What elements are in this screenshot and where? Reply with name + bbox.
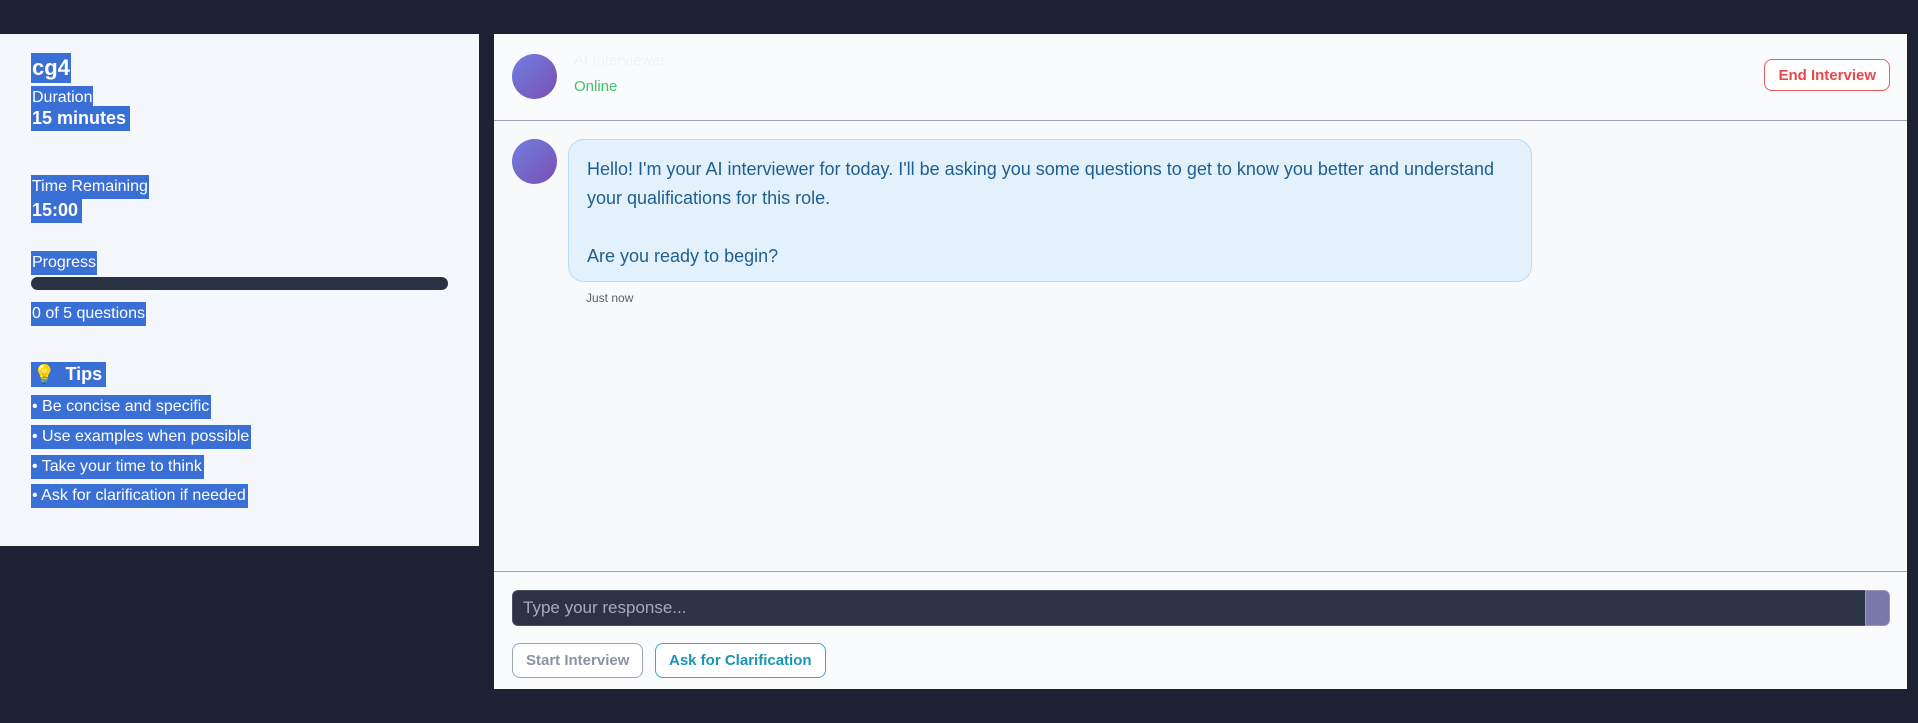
progress-bar <box>31 277 448 290</box>
tip-item: • Use examples when possible <box>31 425 252 449</box>
tips-heading: 💡 Tips <box>31 362 107 387</box>
interview-sidebar: cg4 Duration 15 minutes Time Remaining 1… <box>0 34 479 546</box>
end-interview-button[interactable]: End Interview <box>1764 59 1890 91</box>
ask-clarification-button[interactable]: Ask for Clarification <box>655 643 826 678</box>
tip-item: • Take your time to think <box>31 455 204 479</box>
message-avatar <box>512 139 557 184</box>
message-timestamp: Just now <box>586 291 634 305</box>
progress-label: Progress <box>31 251 98 275</box>
chat-panel: AI Interviewer Online End Interview Hell… <box>494 34 1907 689</box>
time-remaining-value: 15:00 <box>31 198 83 223</box>
composer: Start Interview Ask for Clarification <box>494 571 1907 689</box>
online-status: Online <box>574 78 618 95</box>
message-text: Are you ready to begin? <box>587 246 779 266</box>
tip-item: • Ask for clarification if needed <box>31 484 248 508</box>
send-button[interactable] <box>1865 590 1890 626</box>
interviewer-name: AI Interviewer <box>574 52 666 69</box>
start-interview-button[interactable]: Start Interview <box>512 643 644 678</box>
duration-value: 15 minutes <box>31 106 131 131</box>
time-remaining-label: Time Remaining <box>31 175 149 199</box>
message-bubble: Hello! I'm your AI interviewer for today… <box>568 139 1532 282</box>
progress-count: 0 of 5 questions <box>31 302 146 326</box>
message-text: Hello! I'm your AI interviewer for today… <box>587 159 1495 208</box>
response-input[interactable] <box>512 590 1871 626</box>
tip-item: • Be concise and specific <box>31 395 212 419</box>
tips-heading-label: Tips <box>65 364 103 384</box>
chat-header: AI Interviewer Online End Interview <box>494 34 1907 121</box>
interview-title: cg4 <box>31 53 71 83</box>
lightbulb-icon: 💡 <box>33 364 56 384</box>
interviewer-avatar <box>512 54 557 99</box>
